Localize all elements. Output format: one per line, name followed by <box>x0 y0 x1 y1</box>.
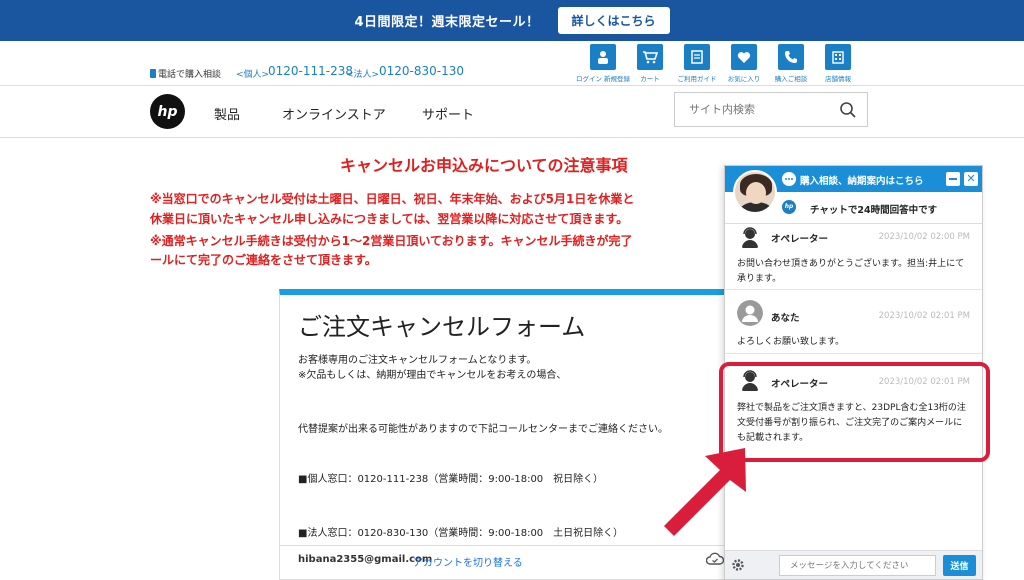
chat-message: オペレーター 2023/10/02 02:00 PM お問い合わせ頂きありがとう… <box>725 224 982 290</box>
cart-label: カート <box>640 75 660 83</box>
personal-label: <個人> <box>236 70 270 80</box>
guide-button[interactable]: ご利用ガイド <box>677 44 717 83</box>
form-text: お客様専用のご注文キャンセルフォームとなります。 <box>298 355 537 366</box>
phone-icon <box>778 44 804 70</box>
chat-input-bar: 送信 <box>725 550 982 579</box>
favorites-label: お気に入り <box>727 75 761 83</box>
chat-sub-title: チャットで24時間回答中です <box>810 205 938 216</box>
notice-line: ールにて完了のご連絡をさせて頂きます。 <box>150 253 377 267</box>
hp-mini-logo: hp <box>782 200 796 214</box>
form-text: ■個人窓口：0120-111-238（営業時間：9:00-18:00 祝日除く） <box>298 474 604 485</box>
message-time: 2023/10/02 02:00 PM <box>878 232 970 242</box>
operator-headset-icon <box>737 224 763 250</box>
store-info-label: 店舗情報 <box>825 75 851 83</box>
promo-bar: 4日間限定！週末限定セール！ 詳しくはこちら <box>0 0 1024 41</box>
chat-close-button[interactable]: ✕ <box>964 172 978 186</box>
site-search <box>674 92 868 127</box>
login-register-label: ログイン 新規登録 <box>575 75 631 83</box>
cart-icon <box>637 44 663 70</box>
store-info-button[interactable]: 店舗情報 <box>818 44 858 83</box>
agent-avatar <box>733 170 777 214</box>
search-input[interactable] <box>675 103 835 116</box>
phone-consult-text: 電話で購入相談 <box>158 70 222 80</box>
chat-minimize-button[interactable] <box>946 172 960 186</box>
form-text: ※欠品もしくは、納期が理由でキャンセルをお考えの場合、 <box>298 370 567 381</box>
gear-icon[interactable] <box>731 558 745 572</box>
contact-bar: 電話で購入相談 <個人> 0120-111-238 <法人> 0120-830-… <box>0 41 1024 86</box>
message-sender: オペレーター <box>771 234 829 245</box>
message-body: お問い合わせ頂きありがとうございます。担当:井上にて承ります。 <box>737 259 965 284</box>
heart-icon <box>731 44 757 70</box>
guide-label: ご利用ガイド <box>677 75 717 83</box>
mobile-phone-icon <box>150 69 156 78</box>
favorites-button[interactable]: お気に入り <box>724 44 764 83</box>
search-icon[interactable] <box>839 101 857 119</box>
cloud-icon <box>706 552 724 565</box>
form-account-footer: hibana2355@gmail.com アカウントを切り替える <box>280 545 730 580</box>
purchase-consult-button[interactable]: 購入ご相談 <box>771 44 811 83</box>
notice-title: キャンセルお申込みについての注意事項 <box>340 156 628 175</box>
notice-line: 休業日に頂いたキャンセル申し込みにつきましては、翌営業以降に対応させて頂きます。 <box>150 212 629 226</box>
store-icon <box>825 44 851 70</box>
utility-nav: ログイン 新規登録 カート ご利用ガイド お気に入り 購入ご相談 店舗情報 <box>576 44 858 83</box>
switch-account-link[interactable]: アカウントを切り替える <box>413 554 523 569</box>
nav-item-support[interactable]: サポート <box>422 104 474 123</box>
notice-line: ※通常キャンセル手続きは受付から1〜2営業日頂いております。キャンセル手続きが完… <box>150 234 633 248</box>
corporate-label: <法人> <box>346 70 380 80</box>
form-text: 代替提案が出来る可能性がありますので下記コールセンターまでご連絡ください。 <box>298 424 668 435</box>
promo-details-button[interactable]: 詳しくはこちら <box>557 7 670 34</box>
message-time: 2023/10/02 02:01 PM <box>878 311 970 321</box>
person-icon <box>590 44 616 70</box>
chat-agent-bar: hp チャットで24時間回答中です <box>725 170 982 224</box>
chat-header-title: 購入相談、納期案内はこちら <box>800 176 924 187</box>
user-avatar-icon <box>737 300 763 326</box>
chat-send-button[interactable]: 送信 <box>943 555 976 576</box>
purchase-consult-label: 購入ご相談 <box>774 75 808 83</box>
hp-logo[interactable]: hp <box>150 94 185 129</box>
form-title: ご注文キャンセルフォーム <box>298 313 586 341</box>
personal-phone-number[interactable]: 0120-111-238 <box>268 64 353 78</box>
message-body: よろしくお願い致します。 <box>737 337 845 347</box>
phone-consult-label: 電話で購入相談 <box>150 67 221 80</box>
message-sender: あなた <box>771 313 800 324</box>
chat-bubble-icon <box>782 172 796 186</box>
main-nav: hp 製品 オンラインストア サポート <box>0 86 1024 138</box>
promo-text: 4日間限定！週末限定セール！ <box>354 15 540 30</box>
pointer-arrow-icon <box>664 448 746 536</box>
chat-message-input[interactable] <box>779 555 936 576</box>
cart-button[interactable]: カート <box>630 44 670 83</box>
nav-item-online-store[interactable]: オンラインストア <box>282 104 386 123</box>
corporate-phone-number[interactable]: 0120-830-130 <box>379 64 464 78</box>
notice-line: ※当窓口でのキャンセル受付は土曜日、日曜日、祝日、年末年始、および5月1日を休業… <box>150 192 635 206</box>
highlight-box <box>719 362 990 462</box>
nav-item-products[interactable]: 製品 <box>214 104 240 123</box>
guide-icon <box>684 44 710 70</box>
login-register-button[interactable]: ログイン 新規登録 <box>576 44 630 83</box>
form-text: ■法人窓口：0120-830-130（営業時間：9:00-18:00 土日祝日除… <box>298 528 624 539</box>
chat-message: あなた 2023/10/02 02:01 PM よろしくお願い致します。 <box>725 290 982 354</box>
